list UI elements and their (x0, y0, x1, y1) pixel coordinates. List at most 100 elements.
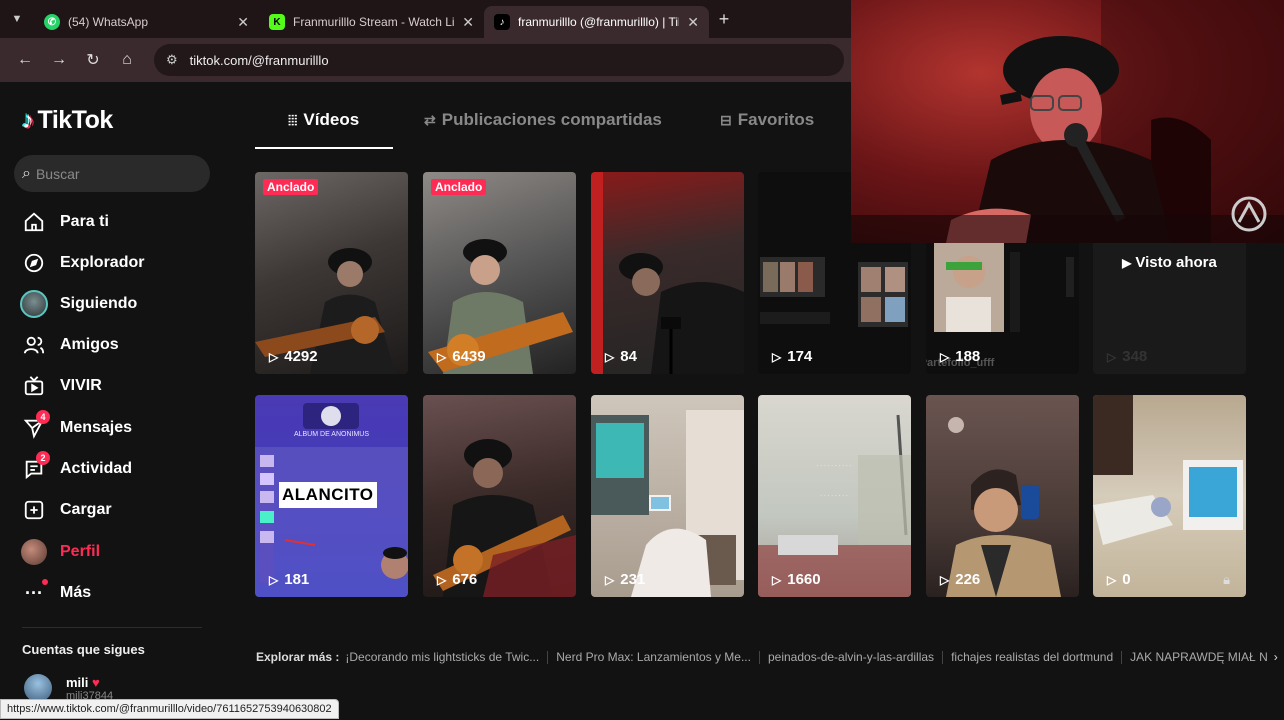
play-icon: ▷ (437, 572, 447, 587)
account-avatar (24, 674, 52, 702)
sidebar-item-explorador[interactable]: Explorador (20, 248, 144, 278)
explore-keyword-link[interactable]: Nerd Pro Max: Lanzamientos y Me... (556, 650, 751, 664)
sidebar-item-amigos[interactable]: Amigos (20, 330, 119, 360)
sidebar-item-perfil[interactable]: Perfil (20, 537, 100, 567)
home-icon[interactable]: ⌂ (110, 43, 144, 77)
sidebar-item-label: Para ti (60, 213, 109, 230)
video-thumbnail (255, 248, 395, 374)
tiktok-logo[interactable]: ♪ TikTok (22, 106, 113, 135)
video-card[interactable]: ▷ 226 (926, 395, 1079, 597)
close-tab-icon[interactable]: ✕ (462, 14, 474, 31)
browser-tab-whatsapp[interactable]: ✆ (54) WhatsApp ✕ (34, 6, 259, 38)
sidebar-item-label: Mensajes (60, 419, 133, 436)
explore-keyword-link[interactable]: peinados-de-alvin-y-las-ardillas (768, 650, 934, 664)
explore-keyword-link[interactable]: JAK NAPRAWDĘ MIAŁ N (1130, 650, 1268, 664)
card-header-text: ALBUM DE ANONIMUS (293, 431, 370, 438)
divider (1121, 650, 1123, 664)
play-icon: ▷ (772, 572, 782, 587)
video-card[interactable]: Anclado ▷ 6439 (423, 172, 576, 374)
profile-avatar-icon (20, 538, 48, 566)
back-arrow-icon[interactable]: ← (8, 43, 42, 77)
messages-icon: 4 (20, 410, 50, 442)
video-card[interactable]: ▷ 676 (423, 395, 576, 597)
view-count: ▷ 188 (940, 348, 980, 365)
tab-search-chevron-icon[interactable]: ▼ (0, 0, 34, 38)
lock-icon: 🔒︎ (1223, 572, 1230, 587)
view-count-value: 188 (955, 348, 981, 365)
tab-label: Publicaciones compartidas (441, 110, 662, 129)
site-info-icon[interactable]: ⚙ (166, 52, 178, 68)
video-card[interactable]: ▷ 231 (591, 395, 744, 597)
browser-tab-kick[interactable]: K Franmurilllo Stream - Watch Live ✕ (259, 6, 484, 38)
sidebar-item-label: Perfil (60, 543, 101, 560)
tab-label: Favoritos (737, 110, 815, 129)
video-thumbnail (1093, 395, 1243, 545)
whatsapp-icon: ✆ (44, 14, 60, 30)
reload-icon[interactable]: ↻ (76, 43, 110, 77)
view-count: ▷ 0 (1107, 571, 1131, 588)
active-tab-underline (255, 147, 393, 149)
sidebar-item-para-ti[interactable]: Para ti (20, 207, 109, 237)
tab-favoritos[interactable]: ⊟ Favoritos (720, 110, 814, 150)
explore-keyword-link[interactable]: ¡Decorando mis lightsticks de Twic... (345, 650, 539, 664)
home-icon (20, 208, 48, 236)
sidebar-item-label: VIVIR (60, 377, 102, 394)
close-tab-icon[interactable]: ✕ (237, 14, 249, 31)
tab-publicaciones-compartidas[interactable]: ⇄ Publicaciones compartidas (424, 110, 662, 150)
play-icon: ▷ (437, 349, 447, 364)
sidebar-item-cargar[interactable]: Cargar (20, 495, 112, 525)
close-tab-icon[interactable]: ✕ (687, 14, 699, 31)
sidebar-item-siguiendo[interactable]: Siguiendo (20, 289, 137, 319)
video-card[interactable]: ▷ 0 🔒︎ (1093, 395, 1246, 597)
new-tab-button[interactable]: + (709, 9, 739, 30)
view-count-value: 0 (1122, 571, 1131, 588)
video-thumbnail (591, 172, 744, 374)
following-account[interactable]: mili ♥ mili37844 (24, 674, 113, 702)
grid-icon: ⦙⦙⦙ (288, 112, 298, 128)
video-card[interactable]: ALBUM DE ANONIMUS ALANCITO ▷ 181 (255, 395, 408, 597)
activity-icon: 2 (20, 451, 50, 483)
address-bar[interactable]: ⚙ tiktok.com/@franmurilllo (154, 44, 844, 76)
play-icon: ▶ (1122, 256, 1132, 270)
video-card[interactable]: Anclado ▷ 4292 (255, 172, 408, 374)
live-tv-icon (20, 372, 48, 400)
divider (758, 650, 760, 664)
explore-keyword-link[interactable]: fichajes realistas del dortmund (951, 650, 1113, 664)
video-card[interactable]: · · · · · · · · · · · · · · · · · · ▷ 1660 (758, 395, 911, 597)
sidebar-item-mas[interactable]: ··· Más (20, 578, 91, 608)
card-overlay-text: ALANCITO (279, 482, 377, 508)
account-name: mili (66, 674, 89, 690)
sidebar-item-actividad[interactable]: 2 Actividad (20, 451, 132, 484)
play-icon: ▷ (269, 572, 279, 587)
chevron-right-icon[interactable]: › (1274, 650, 1278, 664)
sidebar-item-label: Cargar (60, 501, 112, 518)
search-input[interactable]: ⌕ Buscar (14, 155, 210, 192)
kick-icon: K (269, 14, 285, 30)
view-count: ▷ 226 (940, 571, 980, 588)
search-icon: ⌕ (22, 164, 31, 182)
heart-icon: ♥ (92, 674, 100, 690)
sidebar-item-label: Siguiendo (60, 295, 138, 312)
view-count-value: 84 (620, 348, 637, 365)
url-text: tiktok.com/@franmurilllo (189, 52, 329, 68)
tab-videos[interactable]: ⦙⦙⦙ Vídeos (288, 110, 359, 150)
repost-icon: ⇄ (424, 112, 436, 128)
play-icon: ▷ (605, 572, 615, 587)
view-count: ▷ 4292 (269, 348, 318, 365)
explore-more-bar: Explorar más : ¡Decorando mis lightstick… (256, 650, 1278, 664)
webcam-feed (851, 0, 1284, 243)
sidebar-item-vivir[interactable]: VIVIR (20, 371, 102, 401)
video-thumbnail (591, 410, 744, 597)
sidebar-item-mensajes[interactable]: 4 Mensajes (20, 410, 133, 443)
video-card[interactable]: ▷ 84 (591, 172, 744, 374)
browser-tab-tiktok[interactable]: ♪ franmurilllo (@franmurilllo) | TikTok … (484, 6, 709, 38)
view-count-value: 181 (284, 571, 310, 588)
play-icon: ▷ (940, 572, 950, 587)
divider (547, 650, 549, 664)
view-count-value: 676 (452, 571, 478, 588)
view-count: ▷ 84 (605, 348, 637, 365)
divider (942, 650, 944, 664)
forward-arrow-icon[interactable]: → (42, 43, 76, 77)
view-count: ▷ 1660 (772, 571, 821, 588)
sidebar-item-label: Más (60, 584, 92, 601)
